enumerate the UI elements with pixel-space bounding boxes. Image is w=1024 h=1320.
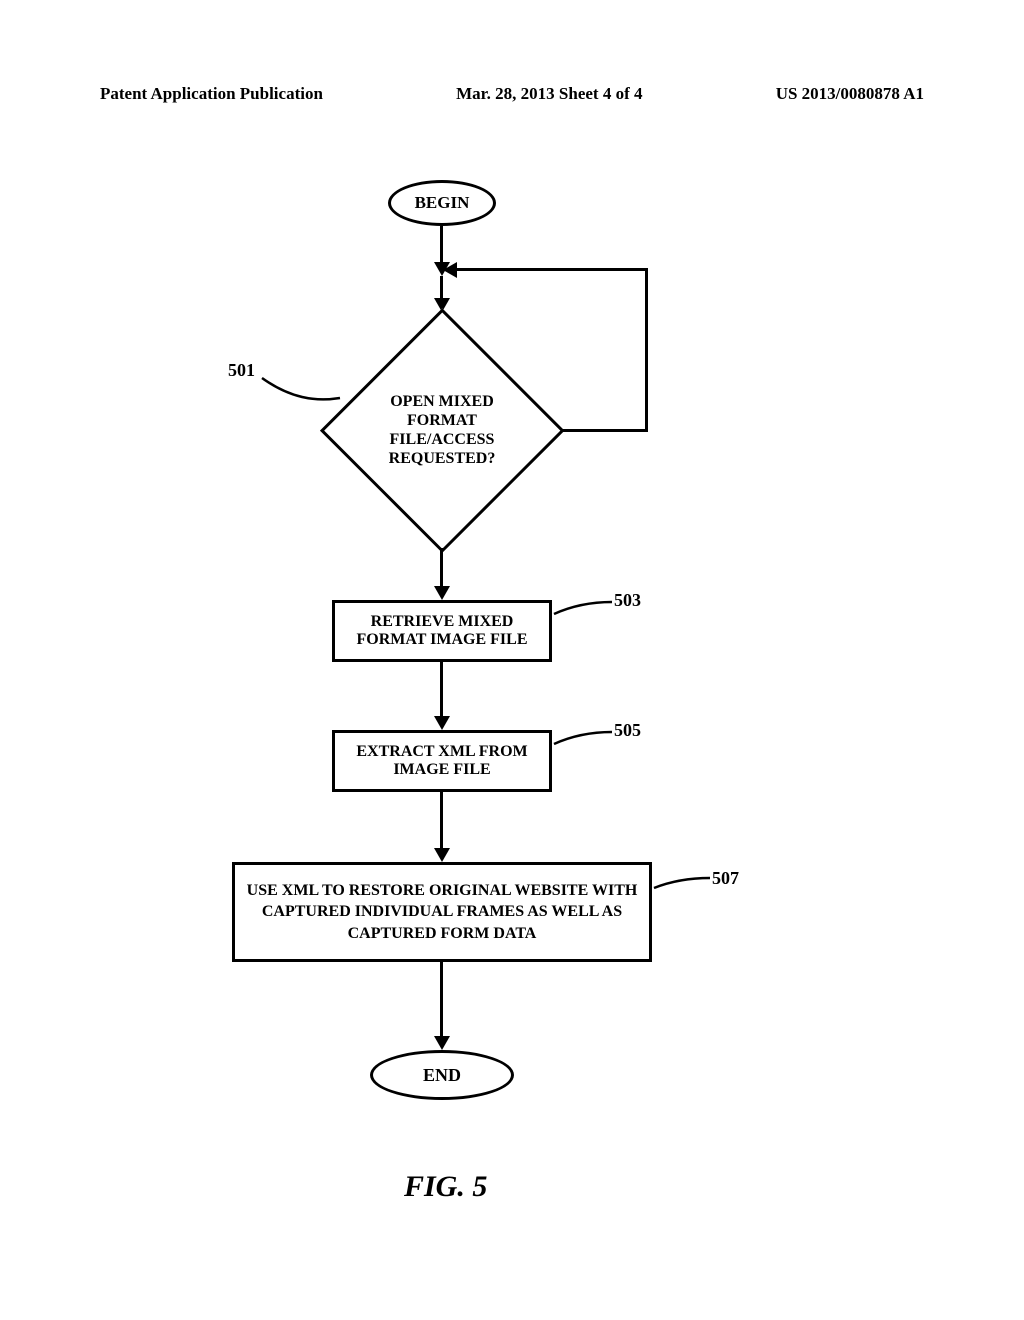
step-503-text: RETRIEVE MIXED FORMAT IMAGE FILE xyxy=(345,613,539,649)
arrow-junction-to-decision xyxy=(440,276,443,300)
loop-right-vert xyxy=(645,268,648,432)
header-right: US 2013/0080878 A1 xyxy=(776,84,924,104)
page-header: Patent Application Publication Mar. 28, … xyxy=(100,84,924,104)
ref-503: 503 xyxy=(614,590,641,611)
flowchart: BEGIN OPEN MIXED FORMAT FILE/ACCESS REQU… xyxy=(0,180,1024,1120)
arrow-decision-to-503 xyxy=(440,548,443,588)
step-505-text: EXTRACT XML FROM IMAGE FILE xyxy=(345,743,539,779)
header-left: Patent Application Publication xyxy=(100,84,323,104)
step-503-box: RETRIEVE MIXED FORMAT IMAGE FILE xyxy=(332,600,552,662)
lead-503-line xyxy=(552,598,614,618)
arrowhead-loop xyxy=(443,262,457,278)
ref-501: 501 xyxy=(228,360,255,381)
lead-501-line xyxy=(260,368,342,408)
arrow-507-to-end xyxy=(440,962,443,1038)
figure-caption: FIG. 5 xyxy=(404,1170,487,1204)
decision-text: OPEN MIXED FORMAT FILE/ACCESS REQUESTED? xyxy=(372,392,512,469)
begin-label: BEGIN xyxy=(415,193,470,213)
lead-507-line xyxy=(652,874,712,892)
step-505-box: EXTRACT XML FROM IMAGE FILE xyxy=(332,730,552,792)
arrow-505-to-507 xyxy=(440,792,443,850)
step-507-text: USE XML TO RESTORE ORIGINAL WEBSITE WITH… xyxy=(245,880,639,945)
ref-505: 505 xyxy=(614,720,641,741)
begin-terminal: BEGIN xyxy=(388,180,496,226)
end-label: END xyxy=(423,1065,461,1086)
end-terminal: END xyxy=(370,1050,514,1100)
lead-505-line xyxy=(552,728,614,748)
arrowhead-503 xyxy=(434,586,450,600)
arrowhead-505 xyxy=(434,716,450,730)
decision-diamond: OPEN MIXED FORMAT FILE/ACCESS REQUESTED? xyxy=(320,308,564,552)
step-507-box: USE XML TO RESTORE ORIGINAL WEBSITE WITH… xyxy=(232,862,652,962)
ref-507: 507 xyxy=(712,868,739,889)
arrowhead-507 xyxy=(434,848,450,862)
header-center: Mar. 28, 2013 Sheet 4 of 4 xyxy=(456,84,642,104)
loop-top-horiz xyxy=(455,268,648,271)
arrow-begin-to-decision xyxy=(440,226,443,264)
loop-right-horiz xyxy=(562,429,648,432)
arrowhead-end xyxy=(434,1036,450,1050)
arrow-503-to-505 xyxy=(440,662,443,718)
